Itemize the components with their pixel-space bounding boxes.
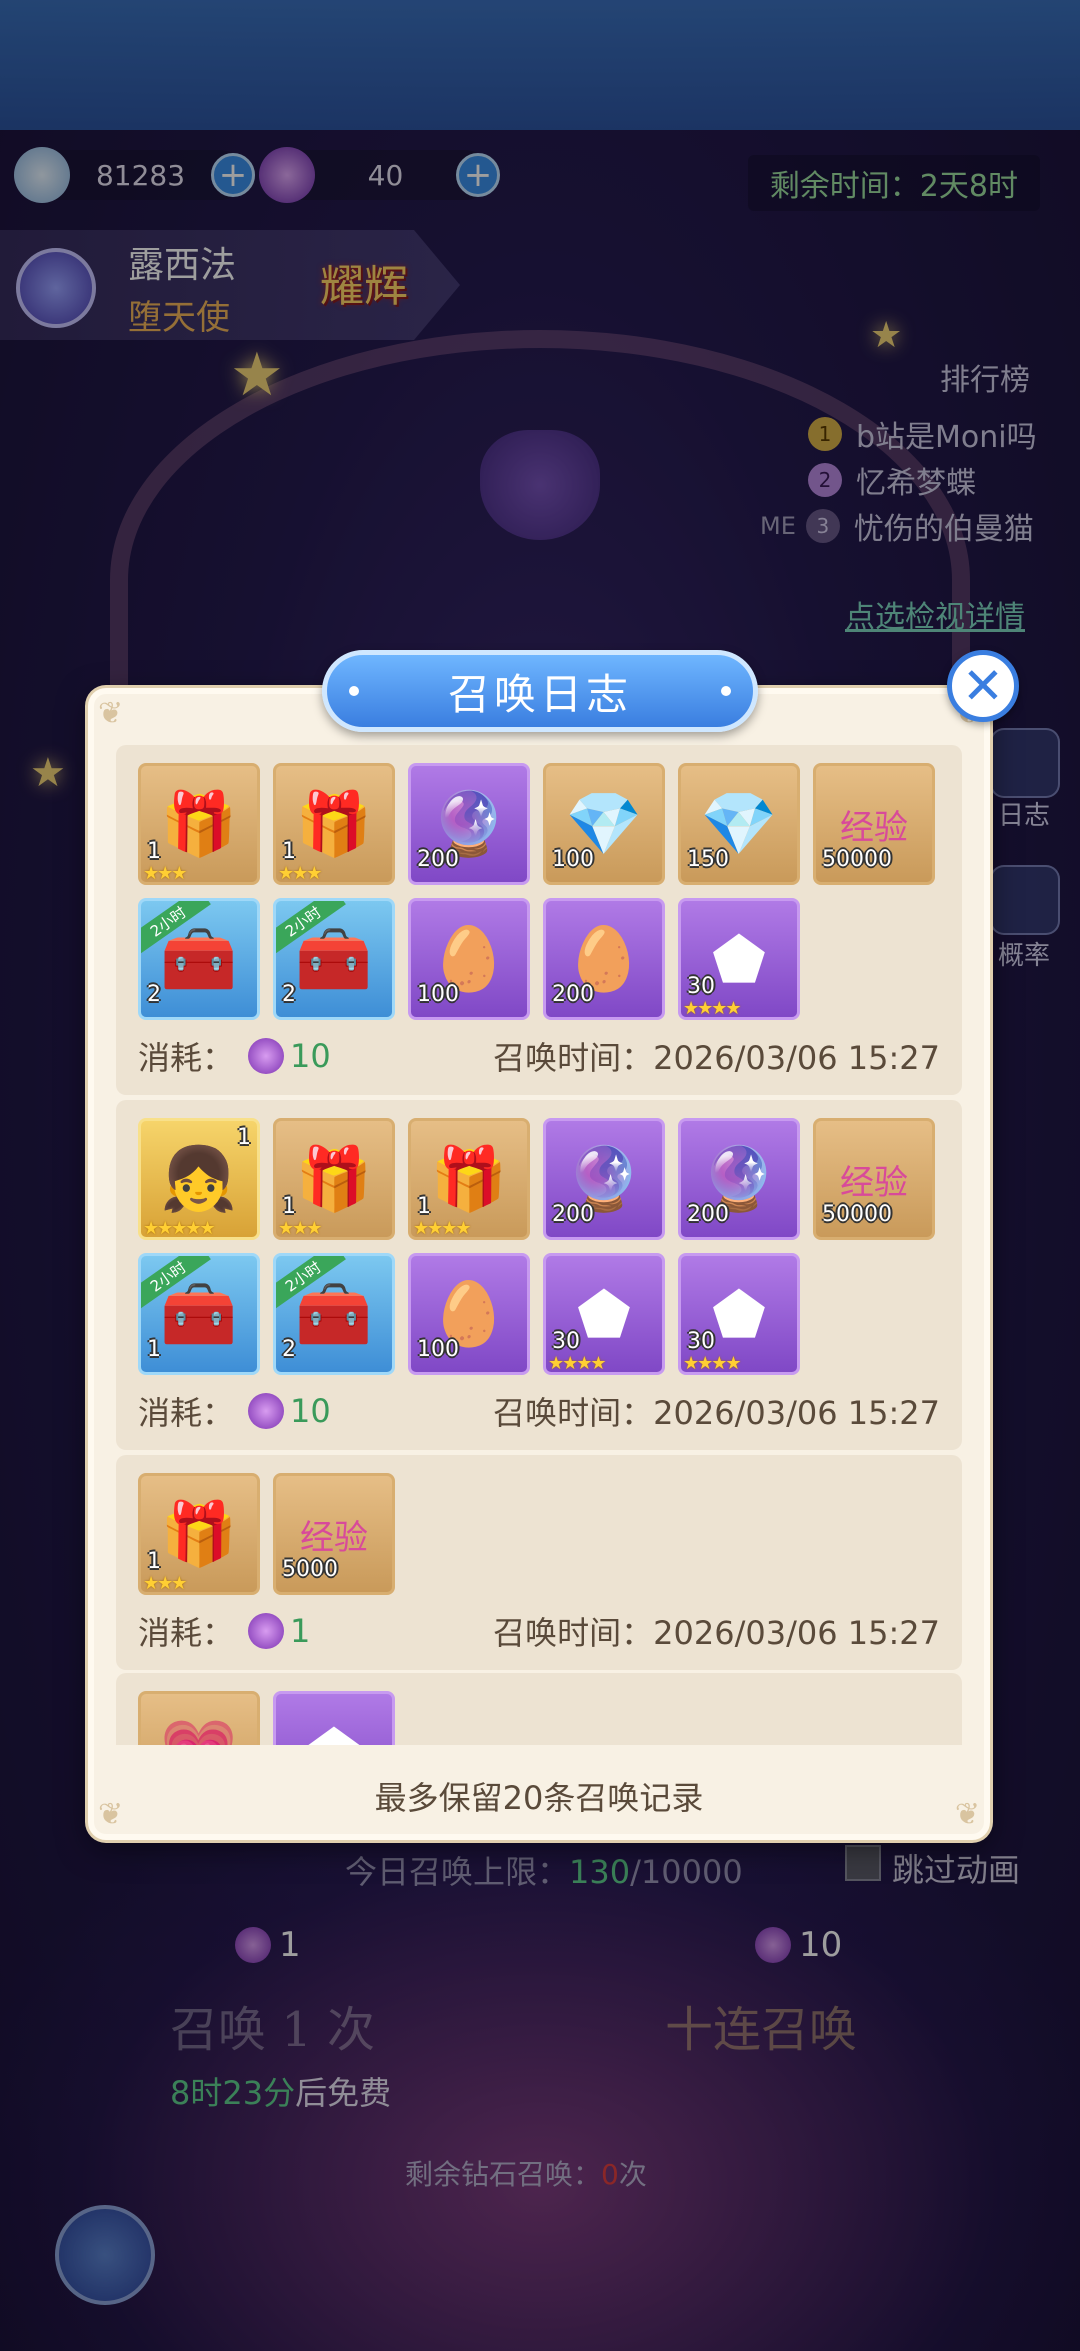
summon-gem-icon xyxy=(248,1613,285,1649)
item-quantity: 30 xyxy=(687,974,715,999)
summon-gem-icon xyxy=(248,1038,285,1074)
reward-item-shard[interactable]: ⬟ 30 ★★★★ xyxy=(678,898,800,1020)
reward-item-shard[interactable]: ⬟ 30 ★★★★ xyxy=(678,1253,800,1375)
item-quantity: 1 xyxy=(147,839,161,864)
cost-value: 10 xyxy=(290,1037,331,1075)
item-level: 1 xyxy=(237,1125,251,1150)
cost-label: 消耗： xyxy=(138,1039,235,1077)
star-rating: ★★★ xyxy=(278,863,322,884)
item-quantity: 30 xyxy=(552,1329,580,1354)
item-quantity: 1 xyxy=(282,839,296,864)
close-button[interactable]: ✕ xyxy=(947,650,1019,722)
item-quantity: 200 xyxy=(687,1202,729,1227)
title-ornament xyxy=(349,686,359,696)
item-quantity: 50000 xyxy=(822,1202,892,1227)
cost-label: 消耗： xyxy=(138,1394,235,1432)
star-rating: ★★★ xyxy=(143,1573,187,1594)
reward-item-gem[interactable]: 💎 150 xyxy=(678,763,800,885)
reward-item-golden-egg[interactable]: 🥚 100 xyxy=(408,898,530,1020)
star-rating: ★★★★ xyxy=(548,1353,607,1374)
item-quantity: 2 xyxy=(282,1337,296,1362)
reward-item-mystery-box[interactable]: 🎁 1 ★★★ xyxy=(273,763,395,885)
reward-item-shard[interactable]: ⬟ 30 ★★★★ xyxy=(543,1253,665,1375)
reward-item-timed-chest[interactable]: 🧰 2小时 2 xyxy=(273,1253,395,1375)
summon-record: 🎁 1 ★★★ 经验 5000 消耗： 1 召唤时间：2026/03/06 15:27 xyxy=(116,1455,962,1670)
reward-item-exp-heart[interactable]: 经验 50000 xyxy=(813,1118,935,1240)
summon-record: 💗⬟ xyxy=(116,1673,962,1745)
item-quantity: 50000 xyxy=(822,847,892,872)
item-quantity: 1 xyxy=(147,1337,161,1362)
star-rating: ★★★ xyxy=(278,1218,322,1239)
reward-item-shard[interactable]: ⬟ xyxy=(273,1691,395,1745)
dialog-title-plate: 召唤日志 xyxy=(322,650,758,732)
star-rating: ★★★★ xyxy=(413,1218,472,1239)
item-quantity: 200 xyxy=(552,982,594,1007)
item-quantity: 5000 xyxy=(282,1557,338,1582)
reward-item-mystery-box[interactable]: 🎁 1 ★★★ xyxy=(138,763,260,885)
exp-heart-icon: 💗 xyxy=(141,1694,257,1745)
cost-label: 消耗： xyxy=(138,1614,235,1652)
corner-ornament: ❦ xyxy=(98,696,124,731)
summon-time: 召唤时间：2026/03/06 15:27 xyxy=(493,1039,940,1077)
reward-item-mystery-box[interactable]: 🎁 1 ★★★ xyxy=(138,1473,260,1595)
summon-gem-icon xyxy=(248,1393,285,1429)
reward-item-crystal-ball[interactable]: 🔮 200 xyxy=(408,763,530,885)
reward-item-crystal-ball[interactable]: 🔮 200 xyxy=(678,1118,800,1240)
reward-item-mystery-box[interactable]: 🎁 1 ★★★ xyxy=(273,1118,395,1240)
reward-item-exp-heart[interactable]: 经验 5000 xyxy=(273,1473,395,1595)
star-rating: ★★★★ xyxy=(683,1353,742,1374)
shard-icon: ⬟ xyxy=(276,1694,392,1746)
dialog-title: 召唤日志 xyxy=(447,669,632,719)
summon-record: 👧 1 ★★★★★ 🎁 1 ★★★ 🎁 1 ★★★★ 🔮 200 🔮 200 经验 50000 🧰 2小时 1 🧰 2… xyxy=(116,1100,962,1450)
star-rating: ★★★ xyxy=(143,863,187,884)
summon-record: 🎁 1 ★★★ 🎁 1 ★★★ 🔮 200 💎 100 💎 150 经验 50000 🧰 2小时 2 🧰 2小时 2 🥚… xyxy=(116,745,962,1095)
item-quantity: 1 xyxy=(147,1549,161,1574)
reward-item-timed-chest[interactable]: 🧰 2小时 2 xyxy=(138,898,260,1020)
item-quantity: 30 xyxy=(687,1329,715,1354)
item-quantity: 100 xyxy=(552,847,594,872)
reward-item-timed-chest[interactable]: 🧰 2小时 1 xyxy=(138,1253,260,1375)
item-quantity: 1 xyxy=(282,1194,296,1219)
record-cost: 消耗： 1 xyxy=(138,1608,310,1654)
record-limit-note: 最多保留20条召唤记录 xyxy=(374,1779,704,1817)
reward-item-golden-egg[interactable]: 🥚 100 xyxy=(408,1253,530,1375)
item-quantity: 1 xyxy=(417,1194,431,1219)
reward-item-gem[interactable]: 💎 100 xyxy=(543,763,665,885)
close-icon: ✕ xyxy=(962,657,1004,715)
item-quantity: 2 xyxy=(282,982,296,1007)
reward-item-exp-heart[interactable]: 💗 xyxy=(138,1691,260,1745)
reward-item-mystery-box[interactable]: 🎁 1 ★★★★ xyxy=(408,1118,530,1240)
item-quantity: 200 xyxy=(552,1202,594,1227)
item-quantity: 100 xyxy=(417,1337,459,1362)
star-rating: ★★★★ xyxy=(683,998,742,1019)
summon-record-list[interactable]: 🎁 1 ★★★ 🎁 1 ★★★ 🔮 200 💎 100 💎 150 经验 50000 🧰 2小时 2 🧰 2小时 2 🥚… xyxy=(116,745,962,1745)
item-quantity: 100 xyxy=(417,982,459,1007)
reward-item-character[interactable]: 👧 1 ★★★★★ xyxy=(138,1118,260,1240)
item-quantity: 150 xyxy=(687,847,729,872)
reward-item-golden-egg[interactable]: 🥚 200 xyxy=(543,898,665,1020)
title-ornament xyxy=(721,686,731,696)
star-rating: ★★★★★ xyxy=(143,1218,216,1239)
record-cost: 消耗： 10 xyxy=(138,1388,331,1434)
cost-value: 10 xyxy=(290,1392,331,1430)
reward-item-timed-chest[interactable]: 🧰 2小时 2 xyxy=(273,898,395,1020)
cost-value: 1 xyxy=(290,1612,311,1650)
reward-item-crystal-ball[interactable]: 🔮 200 xyxy=(543,1118,665,1240)
record-cost: 消耗： 10 xyxy=(138,1033,331,1079)
item-quantity: 200 xyxy=(417,847,459,872)
item-quantity: 2 xyxy=(147,982,161,1007)
summon-time: 召唤时间：2026/03/06 15:27 xyxy=(493,1394,940,1432)
reward-item-exp-heart[interactable]: 经验 50000 xyxy=(813,763,935,885)
summon-time: 召唤时间：2026/03/06 15:27 xyxy=(493,1614,940,1652)
